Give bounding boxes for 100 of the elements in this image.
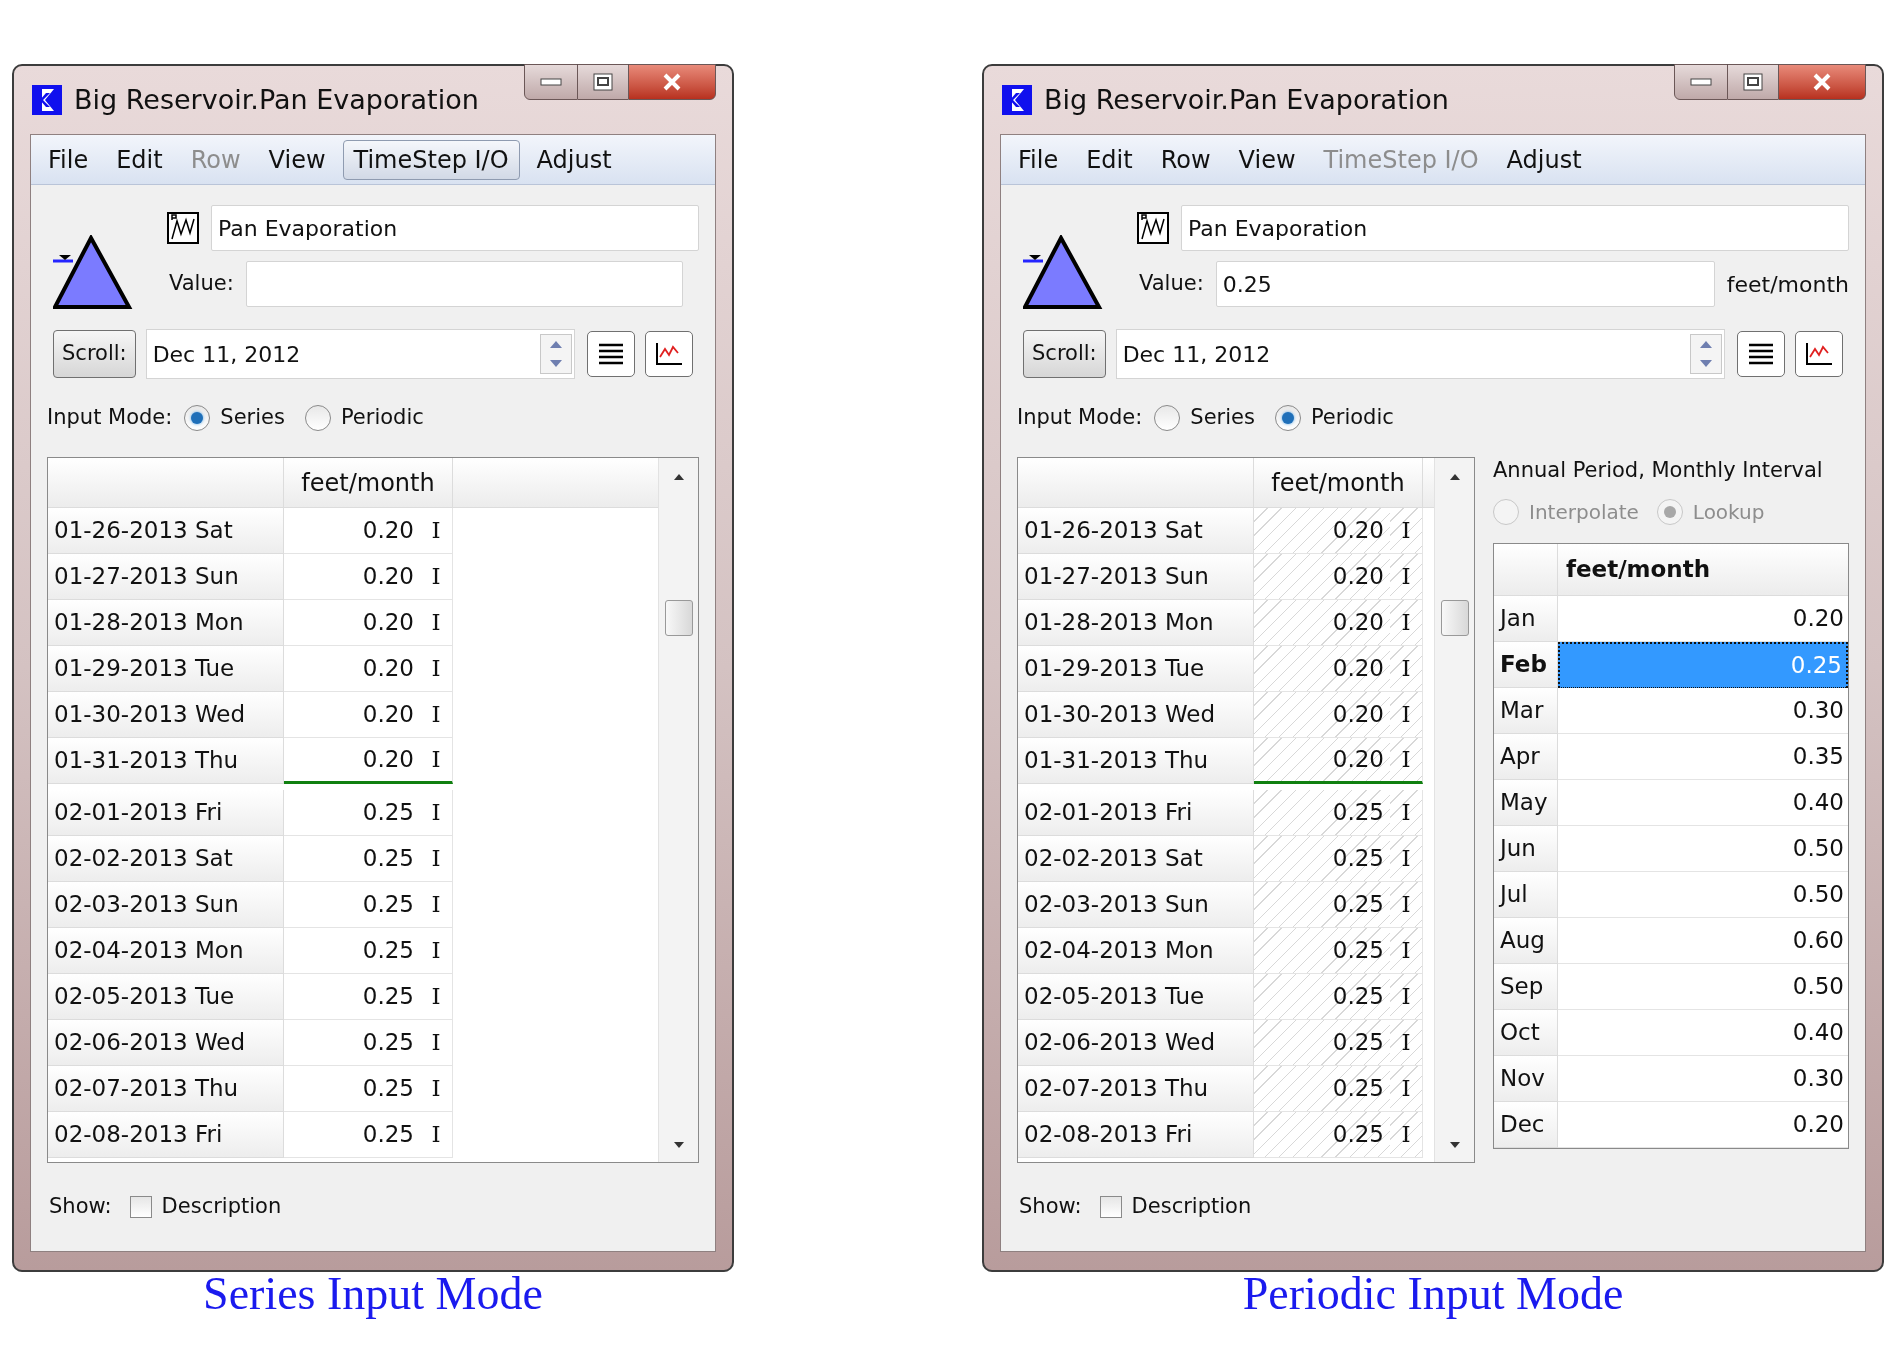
row-header: 01-28-2013 Mon <box>48 600 284 646</box>
minimize-button[interactable] <box>524 64 578 100</box>
flag-cell: I <box>420 600 453 646</box>
close-button[interactable] <box>1778 64 1866 100</box>
row-header: 02-05-2013 Tue <box>1018 974 1254 1020</box>
menu-item[interactable]: Adjust <box>1495 139 1593 180</box>
date-text: Dec 11, 2012 <box>151 340 302 369</box>
flag-cell: I <box>1390 790 1423 836</box>
row-header: 01-31-2013 Thu <box>1018 738 1254 784</box>
flag-cell: I <box>420 508 453 554</box>
row-header: Jan <box>1494 595 1558 642</box>
list-view-button[interactable] <box>587 331 635 377</box>
maximize-button[interactable] <box>1728 64 1778 100</box>
row-header: 01-28-2013 Mon <box>1018 600 1254 646</box>
table-cell[interactable]: 0.25 <box>1254 836 1390 882</box>
row-header: 01-31-2013 Thu <box>48 738 284 784</box>
row-header: 02-08-2013 Fri <box>1018 1112 1254 1158</box>
flag-cell: I <box>1390 1112 1423 1158</box>
caption: Periodic Input Mode <box>1242 1268 1624 1320</box>
menu-item[interactable]: Adjust <box>525 139 623 180</box>
checkbox[interactable] <box>129 1196 152 1218</box>
line-chart-icon <box>1804 341 1834 367</box>
plot-button[interactable] <box>1795 331 1843 377</box>
menu-item[interactable]: File <box>37 139 100 180</box>
value-field[interactable]: 0.25 <box>1215 261 1715 307</box>
menu-item[interactable]: Edit <box>1075 139 1144 180</box>
table-cell[interactable]: 0.20 <box>1254 508 1390 554</box>
close-button[interactable] <box>628 64 716 100</box>
radio-button[interactable] <box>1274 405 1301 431</box>
checkbox[interactable] <box>1099 1196 1122 1218</box>
name-field[interactable]: Pan Evaporation <box>1181 205 1849 251</box>
row-header: 02-04-2013 Mon <box>1018 928 1254 974</box>
radio-button[interactable] <box>1154 405 1181 431</box>
row-header: 02-03-2013 Sun <box>48 882 284 928</box>
maximize-button[interactable] <box>578 64 628 100</box>
table-cell[interactable]: 0.25 <box>1254 1066 1390 1112</box>
menu-item[interactable]: TimeStep I/O <box>342 139 520 180</box>
scroll-thumb[interactable] <box>664 600 693 636</box>
table-cell[interactable]: 0.25 <box>1254 790 1390 836</box>
up-arrow-icon <box>550 341 562 348</box>
plot-button[interactable] <box>645 331 693 377</box>
table-cell[interactable]: 0.25 <box>1254 1020 1390 1066</box>
app-logo-icon <box>1002 85 1032 115</box>
unit-label: feet/month <box>1726 270 1849 299</box>
radio-label: Series <box>1190 404 1255 432</box>
flag-cell: I <box>420 974 453 1020</box>
up-arrow-icon <box>671 472 686 482</box>
menu-item[interactable]: Row <box>1149 139 1222 180</box>
scroll-thumb[interactable] <box>1440 600 1469 636</box>
table-cell[interactable]: 0.20 <box>1254 738 1390 784</box>
row-header: 01-30-2013 Wed <box>1018 692 1254 738</box>
input-mode-label: Input Mode: <box>47 404 173 432</box>
row-header: 02-03-2013 Sun <box>1018 882 1254 928</box>
row-header: 02-01-2013 Fri <box>1018 790 1254 836</box>
menu-item[interactable]: Edit <box>105 139 174 180</box>
flag-cell: I <box>420 882 453 928</box>
series-icon <box>1137 212 1169 244</box>
list-view-button[interactable] <box>1737 331 1785 377</box>
show-label: Show: <box>1019 1193 1082 1221</box>
radio-button[interactable] <box>304 405 331 431</box>
menu-item[interactable]: View <box>1227 139 1307 180</box>
row-header: 02-04-2013 Mon <box>48 928 284 974</box>
close-icon <box>662 73 682 91</box>
scrollbar[interactable] <box>658 458 698 1162</box>
row-header: Nov <box>1494 1055 1558 1102</box>
scrollbar[interactable] <box>1434 458 1474 1162</box>
lines-icon <box>597 342 625 366</box>
table-cell[interactable]: 0.25 <box>1254 928 1390 974</box>
minimize-icon <box>1690 78 1712 86</box>
date-field[interactable]: Dec 11, 2012 <box>1115 329 1725 379</box>
column-header: feet/month <box>284 458 453 507</box>
scroll-button[interactable]: Scroll: <box>1023 330 1106 378</box>
table-cell[interactable]: 0.20 <box>1254 692 1390 738</box>
scroll-button[interactable]: Scroll: <box>53 330 136 378</box>
menu-item[interactable]: View <box>257 139 337 180</box>
name-field[interactable]: Pan Evaporation <box>211 205 699 251</box>
row-header: 02-07-2013 Thu <box>48 1066 284 1112</box>
flag-cell: I <box>1390 646 1423 692</box>
table-cell[interactable]: 0.25 <box>1254 1112 1390 1158</box>
menu-item[interactable]: File <box>1007 139 1070 180</box>
flag-cell: I <box>420 554 453 600</box>
table-cell[interactable]: 0.20 <box>1254 554 1390 600</box>
table-cell[interactable]: 0.20 <box>1254 600 1390 646</box>
row-header: 01-26-2013 Sat <box>1018 508 1254 554</box>
flag-cell: I <box>1390 600 1423 646</box>
date-field[interactable]: Dec 11, 2012 <box>145 329 575 379</box>
row-header: 02-02-2013 Sat <box>1018 836 1254 882</box>
table-cell[interactable]: 0.25 <box>1254 974 1390 1020</box>
flag-cell: I <box>1390 554 1423 600</box>
value-field[interactable] <box>245 261 683 307</box>
window-title: Big Reservoir.Pan Evaporation <box>74 82 479 117</box>
radio-button[interactable] <box>184 405 211 431</box>
spinner[interactable] <box>540 334 572 374</box>
radio-label: Periodic <box>340 404 424 432</box>
row-header: Feb <box>1494 641 1558 688</box>
spinner[interactable] <box>1690 334 1722 374</box>
row-header: Mar <box>1494 687 1558 734</box>
table-cell[interactable]: 0.25 <box>1254 882 1390 928</box>
table-cell[interactable]: 0.20 <box>1254 646 1390 692</box>
minimize-button[interactable] <box>1674 64 1728 100</box>
